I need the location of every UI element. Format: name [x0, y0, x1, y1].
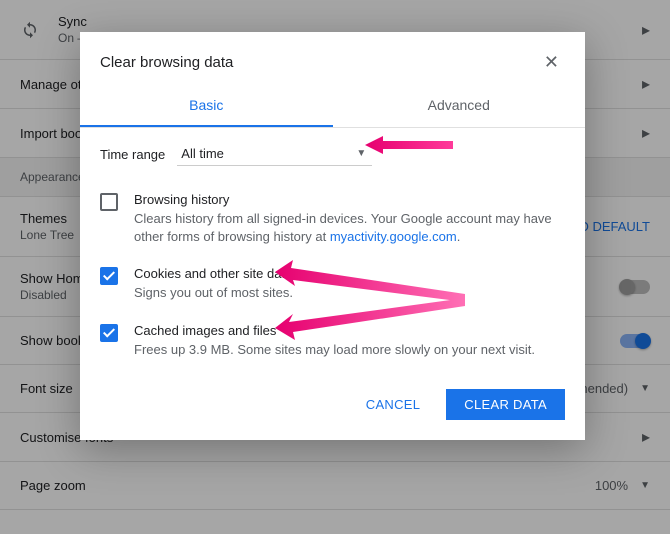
opt2-title: Cookies and other site data [134, 266, 293, 281]
opt1-desc: Clears history from all signed-in device… [134, 210, 565, 246]
time-range-label: Time range [100, 147, 165, 162]
tabs: Basic Advanced [80, 85, 585, 128]
cookies-checkbox[interactable] [100, 267, 118, 285]
cache-checkbox[interactable] [100, 324, 118, 342]
opt3-desc: Frees up 3.9 MB. Some sites may load mor… [134, 341, 535, 359]
dialog-title: Clear browsing data [100, 54, 233, 71]
cookies-option[interactable]: Cookies and other site data Signs you ou… [100, 256, 565, 312]
clear-data-button[interactable]: CLEAR DATA [446, 389, 565, 420]
tab-basic[interactable]: Basic [80, 85, 333, 127]
tab-advanced[interactable]: Advanced [333, 85, 586, 127]
browsing-history-option[interactable]: Browsing history Clears history from all… [100, 182, 565, 256]
browsing-history-checkbox[interactable] [100, 193, 118, 211]
clear-browsing-data-dialog: Clear browsing data ✕ Basic Advanced Tim… [80, 32, 585, 440]
chevron-down-icon: ▼ [356, 148, 366, 159]
cancel-button[interactable]: CANCEL [348, 389, 439, 420]
opt3-title: Cached images and files [134, 323, 535, 338]
time-range-value: All time [181, 146, 224, 161]
cache-option[interactable]: Cached images and files Frees up 3.9 MB.… [100, 313, 565, 369]
myactivity-link[interactable]: myactivity.google.com [330, 229, 457, 244]
opt1-title: Browsing history [134, 192, 565, 207]
opt2-desc: Signs you out of most sites. [134, 284, 293, 302]
time-range-select[interactable]: All time ▼ [177, 142, 372, 166]
close-icon[interactable]: ✕ [538, 48, 565, 77]
